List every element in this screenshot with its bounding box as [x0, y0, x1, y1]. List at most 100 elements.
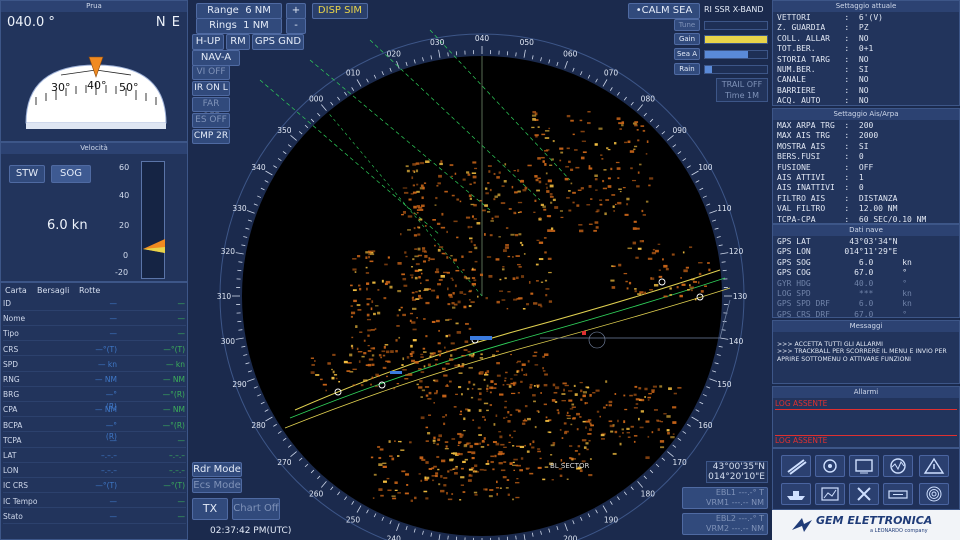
- echo-blip: [457, 444, 460, 447]
- echo-blip: [412, 339, 417, 342]
- settings_panel-line: VETTORI : 6'(V): [777, 13, 883, 22]
- echo-blip: [501, 299, 506, 301]
- gauge-icon[interactable]: [883, 455, 913, 477]
- disp-sim-button[interactable]: DISP SIM: [312, 3, 368, 19]
- echo-blip: [672, 406, 677, 409]
- gain-button[interactable]: Gain: [674, 33, 700, 45]
- ship-icon[interactable]: [781, 483, 811, 505]
- echo-blip: [652, 385, 657, 388]
- echo-blip: [463, 349, 468, 351]
- rings-control[interactable]: Rings 1 NM: [196, 18, 282, 34]
- trail-box[interactable]: TRAIL OFF Time 1M: [716, 78, 768, 102]
- echo-blip: [594, 221, 599, 224]
- cpa-icon[interactable]: [815, 455, 845, 477]
- arpa_panel-line: BERS.FUSI : 0: [777, 152, 864, 162]
- far-off-button[interactable]: FAR OFF: [192, 97, 230, 122]
- echo-blip: [566, 196, 570, 199]
- rm-button[interactable]: RM: [226, 34, 250, 50]
- echo-blip: [425, 440, 429, 442]
- tab-rotte[interactable]: Rotte: [79, 286, 100, 295]
- ir-on-button[interactable]: IR ON L: [192, 81, 230, 96]
- echo-blip: [625, 280, 628, 283]
- stw-button[interactable]: STW: [9, 165, 45, 183]
- nav-a-button[interactable]: NAV-A: [192, 50, 240, 66]
- chart-icon[interactable]: [815, 483, 845, 505]
- tools-icon[interactable]: [849, 483, 879, 505]
- target-row: BRG —°(R) —°(R): [3, 389, 186, 411]
- echo-blip: [381, 350, 386, 353]
- hup-button[interactable]: H-UP: [192, 34, 224, 50]
- ebl2-value: EBL2 ---.-° T: [715, 514, 764, 523]
- monitor-icon[interactable]: [849, 455, 879, 477]
- gps-gnd-button[interactable]: GPS GND: [252, 34, 304, 50]
- echo-blip: [534, 199, 537, 203]
- cmp-button[interactable]: CMP 2R: [192, 129, 230, 144]
- echo-blip: [564, 177, 569, 181]
- echo-blip: [602, 179, 605, 183]
- ecs-mode-button[interactable]: Ecs Mode: [192, 478, 242, 493]
- echo-blip: [418, 276, 421, 279]
- sog-button[interactable]: SOG: [51, 165, 91, 183]
- echo-blip: [467, 350, 471, 353]
- rain-button[interactable]: Rain: [674, 63, 700, 75]
- echo-blip: [363, 339, 366, 342]
- echo-blip: [634, 385, 638, 388]
- sea-button[interactable]: Sea A: [674, 48, 700, 60]
- vi-off-button[interactable]: VI OFF: [192, 65, 230, 80]
- range-plus-button[interactable]: +: [286, 3, 306, 19]
- echo-blip: [366, 298, 371, 300]
- fingerprint-icon[interactable]: [919, 483, 949, 505]
- tab-carta[interactable]: Carta: [5, 286, 27, 295]
- echo-blip: [499, 290, 504, 292]
- tab-bersagli[interactable]: Bersagli: [37, 286, 69, 295]
- echo-blip: [403, 191, 409, 194]
- es-off-button[interactable]: ES OFF: [192, 113, 230, 128]
- echo-blip: [668, 387, 672, 390]
- ebl2-vrm2-button[interactable]: EBL2 ---.-° T VRM2 ---.-- NM: [682, 513, 768, 535]
- keyboard-icon[interactable]: [883, 483, 913, 505]
- echo-blip: [443, 374, 448, 377]
- echo-blip: [455, 322, 459, 325]
- warning-icon[interactable]: [919, 455, 949, 477]
- rdr-mode-button[interactable]: Rdr Mode: [192, 462, 242, 477]
- echo-blip: [509, 414, 513, 416]
- echo-blip: [533, 211, 536, 213]
- echo-blip: [469, 197, 473, 200]
- echo-blip: [416, 383, 419, 386]
- echo-blip: [387, 489, 392, 492]
- echo-blip: [614, 393, 617, 395]
- echo-blip: [595, 210, 599, 213]
- echo-blip: [550, 201, 553, 204]
- echo-blip: [438, 329, 440, 332]
- calm-sea-button[interactable]: •CALM SEA: [628, 3, 700, 19]
- ebl1-vrm1-button[interactable]: EBL1 ---.-° T VRM1 ---.-- NM: [682, 487, 768, 509]
- antenna-icon[interactable]: [781, 455, 811, 477]
- alarm-log-1[interactable]: LOG ASSENTE: [775, 399, 957, 410]
- echo-blip: [372, 347, 376, 350]
- echo-blip: [513, 211, 517, 215]
- tx-button[interactable]: TX: [192, 498, 228, 520]
- range-minus-button[interactable]: -: [286, 18, 306, 34]
- echo-blip: [483, 469, 487, 471]
- tune-button[interactable]: Tune: [674, 19, 700, 31]
- echo-blip: [371, 354, 375, 357]
- echo-blip: [415, 298, 420, 300]
- echo-blip: [408, 198, 412, 201]
- echo-blip: [689, 286, 694, 289]
- utc-clock: 02:37:42 PM(UTC): [210, 526, 292, 536]
- messages_panel-line: APRIRE SOTTOMENU O ATTIVARE FUNZIONI: [777, 355, 911, 363]
- echo-blip: [423, 182, 427, 184]
- echo-blip: [430, 258, 435, 261]
- radar-display[interactable]: 000 010 020 030 040 050 060 070 080 090 100 110 120 1…: [190, 0, 772, 540]
- echo-blip: [503, 180, 507, 183]
- alarm-log-2[interactable]: LOG ASSENTE: [775, 435, 957, 446]
- echo-blip: [479, 273, 484, 277]
- range-control[interactable]: Range 6 NM: [196, 3, 282, 19]
- arpa-panel-title: Settaggio Ais/Arpa: [773, 109, 959, 120]
- sea-bar: [704, 50, 768, 59]
- chart-off-button[interactable]: Chart Off: [232, 498, 280, 520]
- echo-blip: [511, 185, 514, 189]
- target-row: SPD — kn — kn: [3, 359, 186, 372]
- echo-blip: [444, 385, 450, 387]
- echo-blip: [586, 386, 590, 389]
